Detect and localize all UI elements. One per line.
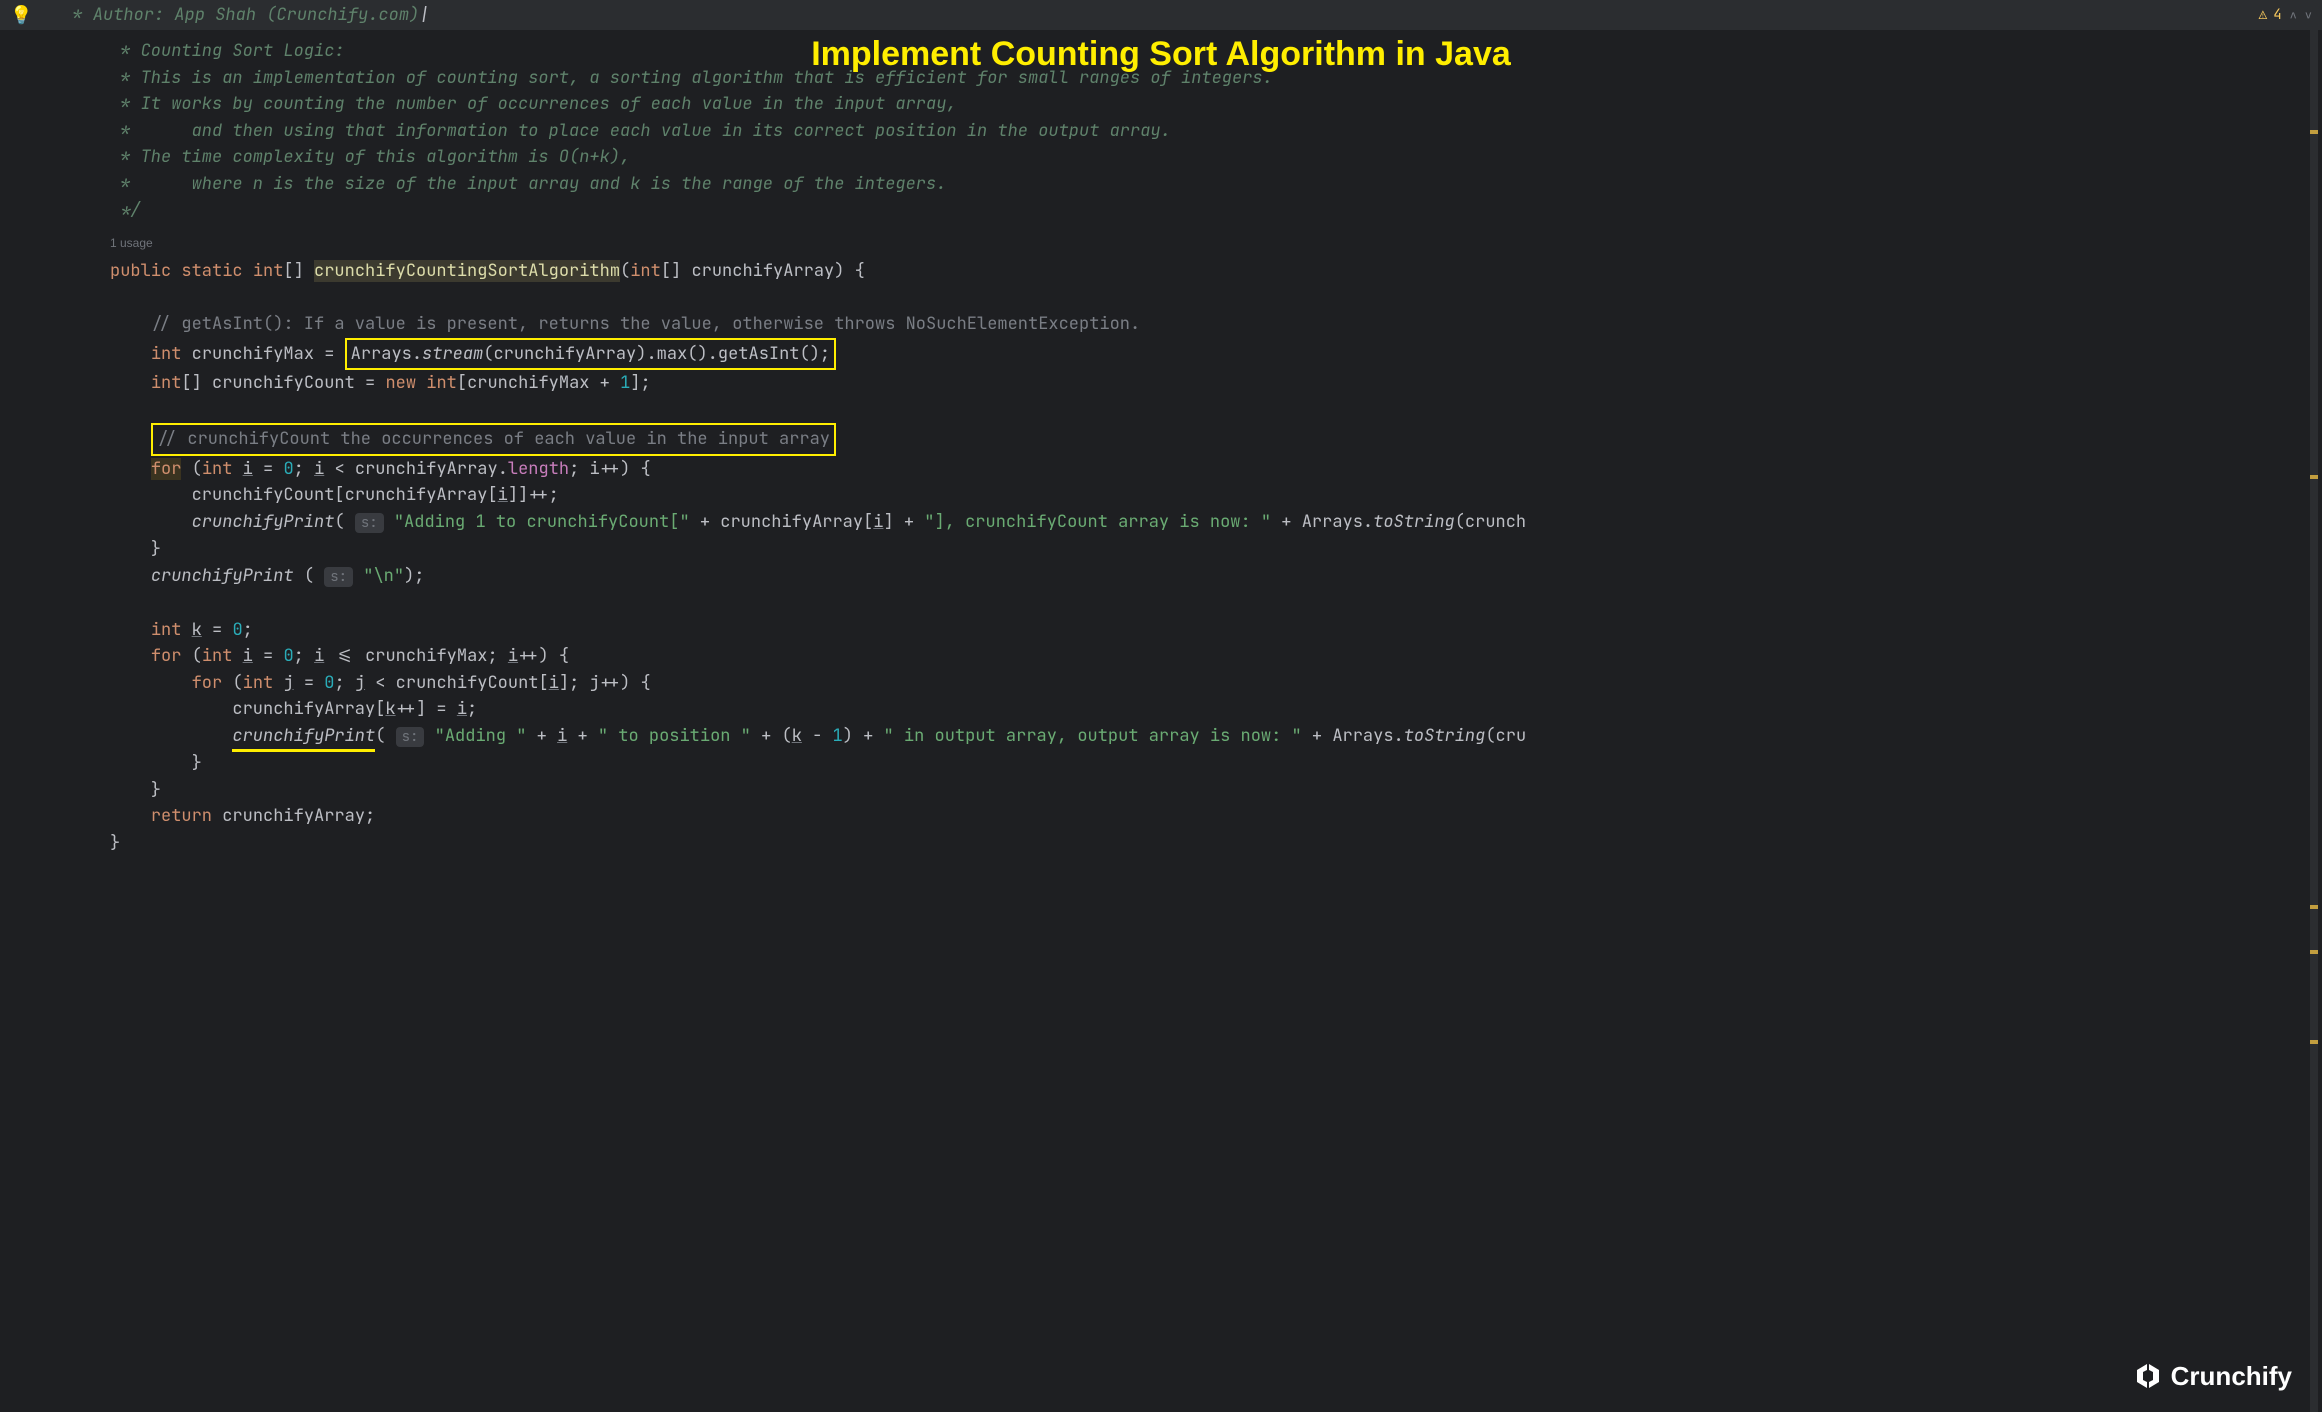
code-editor[interactable]: * Counting Sort Logic: * This is an impl… (0, 30, 2322, 856)
count-increment: crunchifyCount[crunchifyArray[i]]++; (110, 482, 2322, 509)
scroll-marker[interactable] (2310, 475, 2318, 479)
method-signature: public static int[] crunchifyCountingSor… (110, 258, 2322, 285)
nav-arrows: ∧ ∨ (2290, 7, 2312, 23)
warning-badge[interactable]: ⚠ 4 (2259, 6, 2282, 24)
top-comment-line: * Author: App Shah (Crunchify.com)| (72, 4, 2258, 26)
array-assign: crunchifyArray[k++] = i; (110, 696, 2322, 723)
scroll-marker[interactable] (2310, 950, 2318, 954)
for-loop-3: for (int j = 0; j < crunchifyCount[i]; j… (110, 670, 2322, 697)
count-declaration: int[] crunchifyCount = new int[crunchify… (110, 370, 2322, 397)
top-bar: 💡 * Author: App Shah (Crunchify.com)| ⚠ … (0, 0, 2322, 30)
comment-count-occurrences: // crunchifyCount the occurrences of eac… (110, 423, 2322, 456)
crunchify-logo: Crunchify (2131, 1360, 2292, 1392)
scrollbar-track[interactable] (2310, 30, 2318, 1412)
usages-hint[interactable]: 1 usage (110, 230, 2322, 257)
scroll-marker[interactable] (2310, 130, 2318, 134)
lightbulb-icon[interactable]: 💡 (10, 4, 32, 27)
close-brace-3: } (110, 777, 2322, 804)
logo-text: Crunchify (2171, 1361, 2292, 1392)
close-brace-2: } (110, 750, 2322, 777)
warning-icon: ⚠ (2259, 6, 2267, 24)
scroll-marker[interactable] (2310, 905, 2318, 909)
print-call-1: crunchifyPrint( s: "Adding 1 to crunchif… (110, 509, 2322, 537)
for-loop-1: for (int i = 0; i < crunchifyArray.lengt… (110, 456, 2322, 483)
warning-count: 4 (2273, 6, 2281, 24)
print-call-2: crunchifyPrint( s: "Adding " + i + " to … (110, 723, 2322, 751)
close-brace-1: } (110, 536, 2322, 563)
close-brace-4: } (110, 830, 2322, 857)
page-title: Implement Counting Sort Algorithm in Jav… (811, 35, 1511, 74)
k-declaration: int k = 0; (110, 617, 2322, 644)
print-newline: crunchifyPrint ( s: "\n"); (110, 563, 2322, 591)
scroll-marker[interactable] (2310, 1040, 2318, 1044)
crunchify-logo-icon (2131, 1360, 2163, 1392)
nav-up-icon[interactable]: ∧ (2290, 7, 2297, 23)
return-statement: return crunchifyArray; (110, 803, 2322, 830)
nav-down-icon[interactable]: ∨ (2305, 7, 2312, 23)
for-loop-2: for (int i = 0; i <= crunchifyMax; i++) … (110, 643, 2322, 670)
comment-getasint: // getAsInt(): If a value is present, re… (110, 311, 2322, 338)
max-declaration: int crunchifyMax = Arrays.stream(crunchi… (110, 338, 2322, 371)
